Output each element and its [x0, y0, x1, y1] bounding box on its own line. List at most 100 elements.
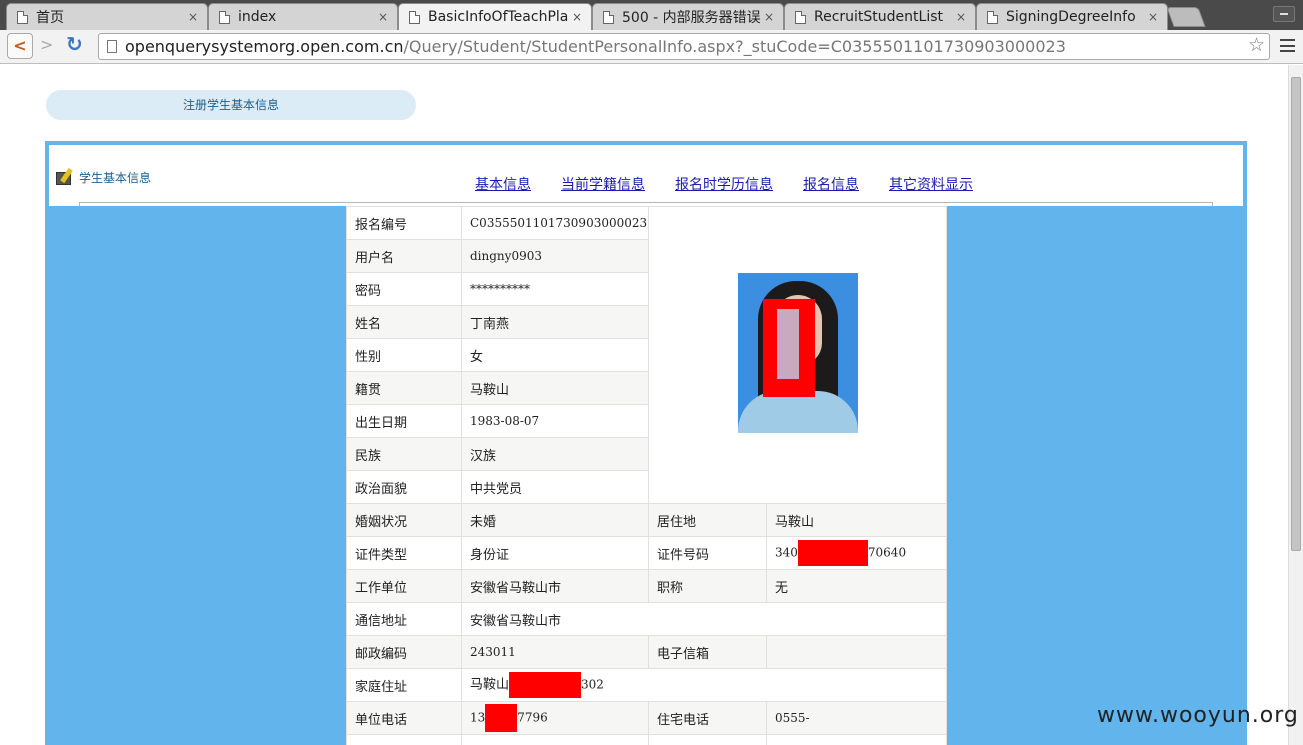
field-label: 证件号码 — [648, 536, 767, 570]
profile-icon[interactable] — [1273, 6, 1295, 22]
tab-close-icon[interactable]: × — [185, 10, 201, 24]
tab-title: BasicInfoOfTeachPla — [428, 9, 569, 25]
field-label: 姓名 — [346, 305, 462, 339]
table-row: 证件类型 身份证 证件号码 340 70640 — [346, 536, 947, 570]
tab-close-icon[interactable]: × — [569, 10, 585, 24]
table-row: 报名编号 C0355501101730903000023 — [346, 206, 947, 504]
tab-close-icon[interactable]: × — [761, 10, 777, 24]
home-phone-value: 0555- — [766, 701, 947, 735]
field-label: 邮政编码 — [346, 635, 462, 669]
browser-tab-home[interactable]: 首页 × — [6, 3, 208, 30]
home-address-value: 马鞍山 302 — [461, 668, 947, 702]
tab-close-icon[interactable]: × — [1145, 10, 1161, 24]
id-no-value: 340 70640 — [766, 536, 947, 570]
redaction-box — [797, 540, 868, 566]
scroll-thumb[interactable] — [1291, 77, 1301, 551]
table-row: 婚姻状况 未婚 居住地 马鞍山 — [346, 503, 947, 537]
browser-tab-basicinfo[interactable]: BasicInfoOfTeachPla × — [398, 3, 592, 30]
tab-title: SigningDegreeInfo — [1006, 9, 1136, 25]
residence-value: 马鞍山 — [766, 503, 947, 537]
forward-button[interactable]: > — [40, 35, 53, 54]
info-tabs-nav: 基本信息 当前学籍信息 报名时学历信息 报名信息 其它资料显示 — [475, 174, 973, 194]
student-info-heading: 学生基本信息 — [56, 167, 152, 186]
title-value: 无 — [766, 569, 947, 603]
watermark: www.wooyun.org — [1097, 703, 1299, 728]
field-label: 用户名 — [346, 239, 462, 273]
id-type-value: 身份证 — [461, 536, 649, 570]
page-icon — [17, 10, 28, 24]
browser-tab-index[interactable]: index × — [208, 3, 398, 30]
browser-tab-server-error[interactable]: 500 - 内部服务器错误 × — [592, 3, 784, 30]
field-label: 职称 — [648, 569, 767, 603]
field-label: 证件类型 — [346, 536, 462, 570]
tab-close-icon[interactable]: × — [375, 10, 391, 24]
menu-icon[interactable] — [1280, 39, 1295, 52]
page-icon — [603, 10, 614, 24]
field-label: 家庭住址 — [346, 668, 462, 702]
register-student-info-pill[interactable]: 注册学生基本信息 — [46, 90, 416, 120]
page-icon — [795, 10, 806, 24]
tab-basic-info[interactable]: 基本信息 — [475, 174, 531, 194]
field-label: 工作单位 — [346, 569, 462, 603]
browser-tab-signing[interactable]: SigningDegreeInfo × — [976, 3, 1168, 30]
tab-title: index — [238, 9, 277, 25]
student-info-table: 报名编号 C0355501101730903000023 用户名 dingny0… — [346, 206, 947, 745]
tab-registration-info[interactable]: 报名信息 — [803, 174, 859, 194]
redaction-box — [509, 672, 582, 698]
political-value: 中共党员 — [461, 470, 649, 504]
field-label: 住宅电话 — [648, 701, 767, 735]
reload-icon[interactable]: ↻ — [66, 32, 83, 56]
page-icon — [107, 40, 117, 53]
work-phone-prefix: 13 — [470, 710, 486, 725]
vertical-scrollbar[interactable] — [1288, 65, 1303, 745]
tab-other-materials[interactable]: 其它资料显示 — [889, 174, 973, 194]
new-tab-button[interactable] — [1166, 7, 1206, 27]
tab-title: RecruitStudentList — [814, 9, 944, 25]
field-value — [766, 734, 947, 745]
password-value: ********** — [461, 272, 649, 306]
address-bar[interactable]: openquerysystemorg.open.com.cn/Query/Stu… — [98, 33, 1270, 60]
work-phone-suffix: 7796 — [517, 710, 548, 725]
field-label: 民族 — [346, 437, 462, 471]
gender-value: 女 — [461, 338, 649, 372]
field-label: 通信地址 — [346, 602, 462, 636]
tab-close-icon[interactable]: × — [953, 10, 969, 24]
field-label: 婚姻状况 — [346, 503, 462, 537]
page-icon — [219, 10, 230, 24]
field-value — [461, 734, 649, 745]
back-button[interactable]: < — [7, 33, 33, 59]
tab-title: 首页 — [36, 10, 64, 26]
table-row: 邮政编码 243011 电子信箱 — [346, 635, 947, 669]
work-phone-value: 13 7796 — [461, 701, 649, 735]
url-host: openquerysystemorg.open.com.cn — [125, 37, 404, 56]
field-label: 政治面貌 — [346, 470, 462, 504]
marital-value: 未婚 — [461, 503, 649, 537]
page-icon — [409, 10, 420, 24]
student-photo — [737, 273, 858, 433]
field-label: 电子信箱 — [648, 635, 767, 669]
id-no-suffix: 70640 — [867, 545, 907, 560]
table-row — [346, 734, 947, 745]
redaction-box — [485, 704, 518, 732]
field-label: 出生日期 — [346, 404, 462, 438]
browser-tab-recruit[interactable]: RecruitStudentList × — [784, 3, 976, 30]
browser-tab-bar: 首页 × index × BasicInfoOfTeachPla × 500 -… — [0, 0, 1303, 30]
frame-header: 学生基本信息 基本信息 当前学籍信息 报名时学历信息 报名信息 其它资料显示 — [49, 145, 1243, 206]
id-no-prefix: 340 — [775, 545, 798, 560]
username-value: dingny0903 — [461, 239, 649, 273]
postcode-value: 243011 — [461, 635, 649, 669]
tab-current-status[interactable]: 当前学籍信息 — [561, 174, 645, 194]
field-label: 籍贯 — [346, 371, 462, 405]
ethnic-value: 汉族 — [461, 437, 649, 471]
table-row: 家庭住址 马鞍山 302 — [346, 668, 947, 702]
student-info-label: 学生基本信息 — [79, 171, 152, 185]
tab-education-history[interactable]: 报名时学历信息 — [675, 174, 773, 194]
field-label — [346, 734, 462, 745]
bookmark-star-icon[interactable]: ☆ — [1248, 34, 1265, 56]
field-label: 居住地 — [648, 503, 767, 537]
url-path: /Query/Student/StudentPersonalInfo.aspx?… — [403, 37, 1066, 56]
table-row: 工作单位 安徽省马鞍山市 职称 无 — [346, 569, 947, 603]
home-address-prefix: 马鞍山 — [470, 677, 510, 693]
page-icon — [987, 10, 998, 24]
tab-title: 500 - 内部服务器错误 — [622, 10, 761, 26]
